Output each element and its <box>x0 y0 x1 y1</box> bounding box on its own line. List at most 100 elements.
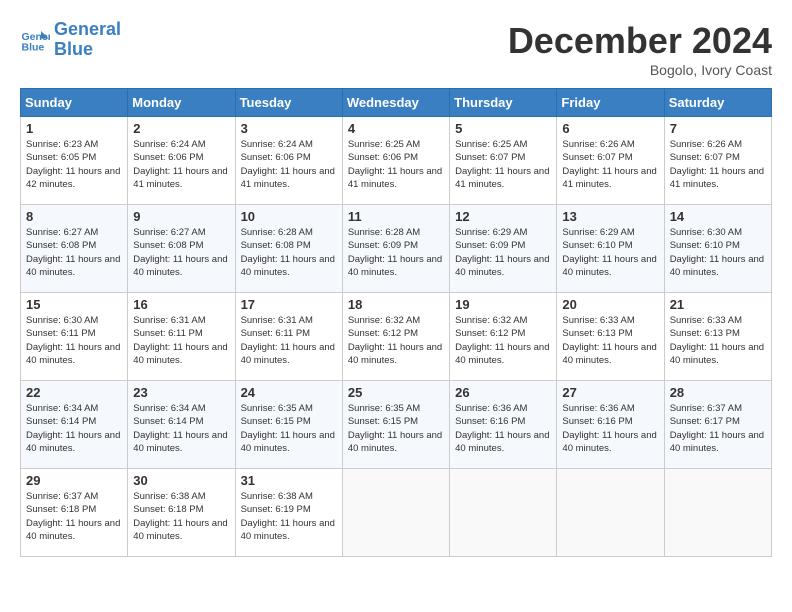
day-detail: Sunrise: 6:34 AM Sunset: 6:14 PM Dayligh… <box>133 402 229 455</box>
week-row-1: 1 Sunrise: 6:23 AM Sunset: 6:05 PM Dayli… <box>21 117 772 205</box>
day-number: 13 <box>562 209 658 224</box>
page-header: General Blue GeneralBlue December 2024 B… <box>20 20 772 78</box>
day-cell: 1 Sunrise: 6:23 AM Sunset: 6:05 PM Dayli… <box>21 117 128 205</box>
day-detail: Sunrise: 6:31 AM Sunset: 6:11 PM Dayligh… <box>241 314 337 367</box>
day-number: 4 <box>348 121 444 136</box>
day-cell: 3 Sunrise: 6:24 AM Sunset: 6:06 PM Dayli… <box>235 117 342 205</box>
day-number: 1 <box>26 121 122 136</box>
day-number: 18 <box>348 297 444 312</box>
day-detail: Sunrise: 6:33 AM Sunset: 6:13 PM Dayligh… <box>562 314 658 367</box>
day-detail: Sunrise: 6:36 AM Sunset: 6:16 PM Dayligh… <box>455 402 551 455</box>
day-detail: Sunrise: 6:34 AM Sunset: 6:14 PM Dayligh… <box>26 402 122 455</box>
day-detail: Sunrise: 6:30 AM Sunset: 6:10 PM Dayligh… <box>670 226 766 279</box>
day-cell: 17 Sunrise: 6:31 AM Sunset: 6:11 PM Dayl… <box>235 293 342 381</box>
day-cell: 19 Sunrise: 6:32 AM Sunset: 6:12 PM Dayl… <box>450 293 557 381</box>
day-number: 23 <box>133 385 229 400</box>
day-detail: Sunrise: 6:35 AM Sunset: 6:15 PM Dayligh… <box>241 402 337 455</box>
day-detail: Sunrise: 6:31 AM Sunset: 6:11 PM Dayligh… <box>133 314 229 367</box>
day-number: 22 <box>26 385 122 400</box>
day-number: 7 <box>670 121 766 136</box>
day-number: 31 <box>241 473 337 488</box>
day-number: 6 <box>562 121 658 136</box>
day-cell: 12 Sunrise: 6:29 AM Sunset: 6:09 PM Dayl… <box>450 205 557 293</box>
header-saturday: Saturday <box>664 89 771 117</box>
day-number: 19 <box>455 297 551 312</box>
day-cell: 7 Sunrise: 6:26 AM Sunset: 6:07 PM Dayli… <box>664 117 771 205</box>
logo-text: GeneralBlue <box>54 20 121 60</box>
day-detail: Sunrise: 6:24 AM Sunset: 6:06 PM Dayligh… <box>133 138 229 191</box>
day-cell: 30 Sunrise: 6:38 AM Sunset: 6:18 PM Dayl… <box>128 469 235 557</box>
day-cell: 18 Sunrise: 6:32 AM Sunset: 6:12 PM Dayl… <box>342 293 449 381</box>
week-row-4: 22 Sunrise: 6:34 AM Sunset: 6:14 PM Dayl… <box>21 381 772 469</box>
day-cell: 20 Sunrise: 6:33 AM Sunset: 6:13 PM Dayl… <box>557 293 664 381</box>
day-detail: Sunrise: 6:38 AM Sunset: 6:18 PM Dayligh… <box>133 490 229 543</box>
day-cell: 24 Sunrise: 6:35 AM Sunset: 6:15 PM Dayl… <box>235 381 342 469</box>
day-cell: 26 Sunrise: 6:36 AM Sunset: 6:16 PM Dayl… <box>450 381 557 469</box>
day-detail: Sunrise: 6:28 AM Sunset: 6:09 PM Dayligh… <box>348 226 444 279</box>
day-cell: 23 Sunrise: 6:34 AM Sunset: 6:14 PM Dayl… <box>128 381 235 469</box>
day-detail: Sunrise: 6:32 AM Sunset: 6:12 PM Dayligh… <box>455 314 551 367</box>
day-number: 25 <box>348 385 444 400</box>
week-row-2: 8 Sunrise: 6:27 AM Sunset: 6:08 PM Dayli… <box>21 205 772 293</box>
day-number: 8 <box>26 209 122 224</box>
day-detail: Sunrise: 6:25 AM Sunset: 6:06 PM Dayligh… <box>348 138 444 191</box>
day-cell: 25 Sunrise: 6:35 AM Sunset: 6:15 PM Dayl… <box>342 381 449 469</box>
title-block: December 2024 Bogolo, Ivory Coast <box>508 20 772 78</box>
day-number: 2 <box>133 121 229 136</box>
day-number: 21 <box>670 297 766 312</box>
day-cell <box>557 469 664 557</box>
day-cell: 14 Sunrise: 6:30 AM Sunset: 6:10 PM Dayl… <box>664 205 771 293</box>
day-detail: Sunrise: 6:27 AM Sunset: 6:08 PM Dayligh… <box>133 226 229 279</box>
day-detail: Sunrise: 6:33 AM Sunset: 6:13 PM Dayligh… <box>670 314 766 367</box>
day-cell: 16 Sunrise: 6:31 AM Sunset: 6:11 PM Dayl… <box>128 293 235 381</box>
day-detail: Sunrise: 6:29 AM Sunset: 6:10 PM Dayligh… <box>562 226 658 279</box>
day-detail: Sunrise: 6:32 AM Sunset: 6:12 PM Dayligh… <box>348 314 444 367</box>
day-detail: Sunrise: 6:37 AM Sunset: 6:17 PM Dayligh… <box>670 402 766 455</box>
day-detail: Sunrise: 6:29 AM Sunset: 6:09 PM Dayligh… <box>455 226 551 279</box>
week-row-5: 29 Sunrise: 6:37 AM Sunset: 6:18 PM Dayl… <box>21 469 772 557</box>
header-thursday: Thursday <box>450 89 557 117</box>
day-detail: Sunrise: 6:27 AM Sunset: 6:08 PM Dayligh… <box>26 226 122 279</box>
day-detail: Sunrise: 6:37 AM Sunset: 6:18 PM Dayligh… <box>26 490 122 543</box>
header-monday: Monday <box>128 89 235 117</box>
day-number: 11 <box>348 209 444 224</box>
day-detail: Sunrise: 6:38 AM Sunset: 6:19 PM Dayligh… <box>241 490 337 543</box>
day-cell: 4 Sunrise: 6:25 AM Sunset: 6:06 PM Dayli… <box>342 117 449 205</box>
day-cell: 13 Sunrise: 6:29 AM Sunset: 6:10 PM Dayl… <box>557 205 664 293</box>
week-row-3: 15 Sunrise: 6:30 AM Sunset: 6:11 PM Dayl… <box>21 293 772 381</box>
header-tuesday: Tuesday <box>235 89 342 117</box>
day-cell: 22 Sunrise: 6:34 AM Sunset: 6:14 PM Dayl… <box>21 381 128 469</box>
day-number: 16 <box>133 297 229 312</box>
day-cell: 11 Sunrise: 6:28 AM Sunset: 6:09 PM Dayl… <box>342 205 449 293</box>
day-cell: 21 Sunrise: 6:33 AM Sunset: 6:13 PM Dayl… <box>664 293 771 381</box>
day-number: 27 <box>562 385 658 400</box>
day-detail: Sunrise: 6:28 AM Sunset: 6:08 PM Dayligh… <box>241 226 337 279</box>
day-number: 9 <box>133 209 229 224</box>
day-number: 14 <box>670 209 766 224</box>
day-cell: 29 Sunrise: 6:37 AM Sunset: 6:18 PM Dayl… <box>21 469 128 557</box>
day-number: 29 <box>26 473 122 488</box>
day-cell: 15 Sunrise: 6:30 AM Sunset: 6:11 PM Dayl… <box>21 293 128 381</box>
day-cell <box>342 469 449 557</box>
logo: General Blue GeneralBlue <box>20 20 121 60</box>
header-sunday: Sunday <box>21 89 128 117</box>
day-cell: 2 Sunrise: 6:24 AM Sunset: 6:06 PM Dayli… <box>128 117 235 205</box>
header-wednesday: Wednesday <box>342 89 449 117</box>
day-cell: 6 Sunrise: 6:26 AM Sunset: 6:07 PM Dayli… <box>557 117 664 205</box>
day-cell: 31 Sunrise: 6:38 AM Sunset: 6:19 PM Dayl… <box>235 469 342 557</box>
day-number: 17 <box>241 297 337 312</box>
day-detail: Sunrise: 6:30 AM Sunset: 6:11 PM Dayligh… <box>26 314 122 367</box>
day-number: 5 <box>455 121 551 136</box>
day-cell: 9 Sunrise: 6:27 AM Sunset: 6:08 PM Dayli… <box>128 205 235 293</box>
svg-text:Blue: Blue <box>22 41 45 53</box>
header-friday: Friday <box>557 89 664 117</box>
day-number: 26 <box>455 385 551 400</box>
day-number: 12 <box>455 209 551 224</box>
day-cell: 27 Sunrise: 6:36 AM Sunset: 6:16 PM Dayl… <box>557 381 664 469</box>
day-cell: 5 Sunrise: 6:25 AM Sunset: 6:07 PM Dayli… <box>450 117 557 205</box>
day-number: 20 <box>562 297 658 312</box>
day-cell <box>450 469 557 557</box>
day-number: 28 <box>670 385 766 400</box>
day-cell: 10 Sunrise: 6:28 AM Sunset: 6:08 PM Dayl… <box>235 205 342 293</box>
day-detail: Sunrise: 6:36 AM Sunset: 6:16 PM Dayligh… <box>562 402 658 455</box>
